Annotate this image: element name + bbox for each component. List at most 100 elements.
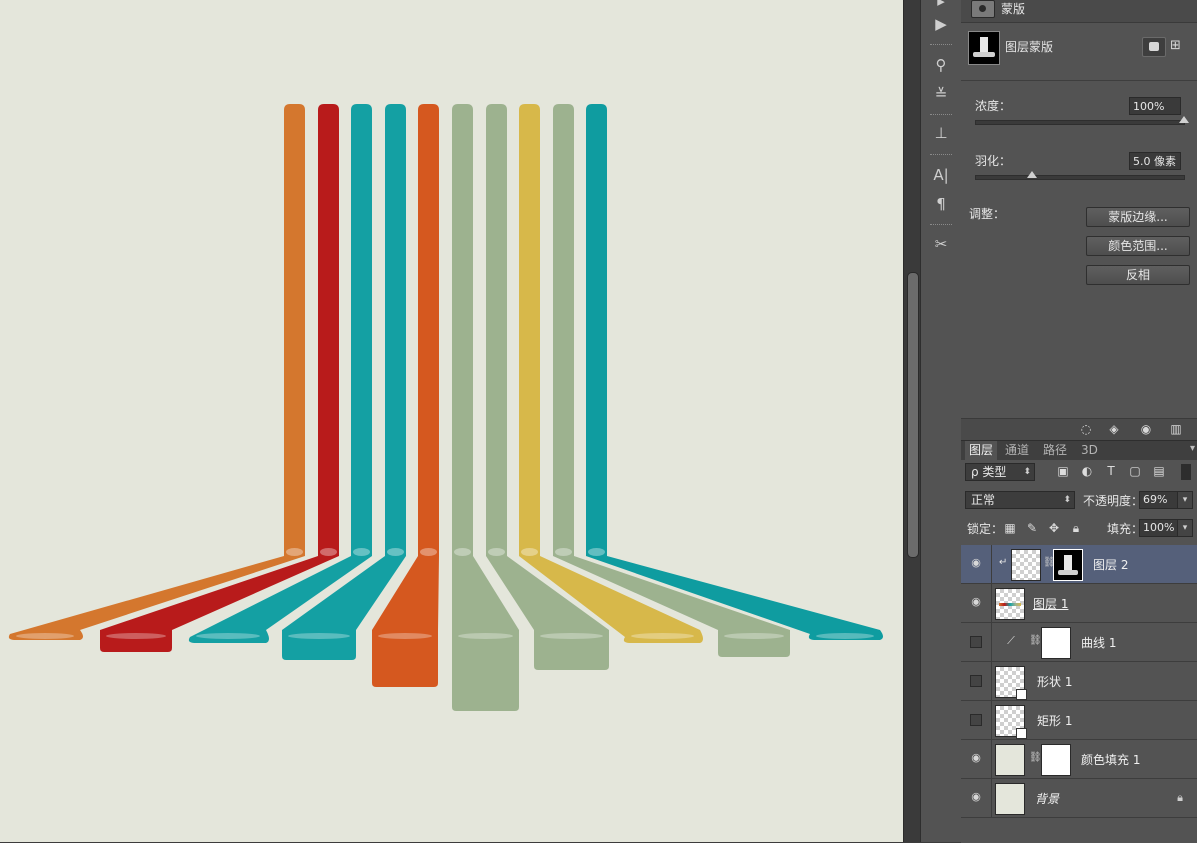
feather-label: 羽化： [975, 154, 1012, 168]
layer-visibility-toggle[interactable]: ◉ [961, 584, 992, 622]
hidden-box [970, 675, 982, 687]
layers-panel: 图层 通道 路径 3D ▾ ρ 类型 ⬍ ▣ ◐ T ▢ ▤ 正常 ⬍ 不透明度： … [961, 440, 1197, 843]
density-value-field[interactable]: 100% [1129, 97, 1181, 115]
filter-pixel-icon[interactable]: ▣ [1055, 464, 1071, 480]
clone-source-icon[interactable]: ⊥ [929, 122, 953, 144]
layer-name[interactable]: 形状 1 [1037, 673, 1072, 690]
opacity-dropdown[interactable]: ▾ [1177, 491, 1193, 509]
layer-mask-thumbnail[interactable] [1041, 627, 1071, 659]
feather-value-field[interactable]: 5.0 像素 [1129, 152, 1181, 170]
tab-channels[interactable]: 通道 [1001, 441, 1033, 460]
layer-thumbnail[interactable] [995, 705, 1027, 739]
brush-settings-icon[interactable]: ≚ [929, 83, 953, 105]
stripe-highlight [286, 548, 303, 556]
apply-mask-icon[interactable]: ◈ [1105, 422, 1123, 438]
filter-type-select[interactable]: ρ 类型 ⬍ [965, 463, 1035, 481]
filter-toggle[interactable] [1181, 464, 1191, 480]
color-range-button[interactable]: 颜色范围... [1086, 236, 1190, 256]
layer-visibility-toggle[interactable] [961, 701, 992, 739]
layer-row-layer2[interactable]: ◉ ↵ ⛓︎ 图层 2 [961, 545, 1197, 584]
link-icon[interactable]: ⛓︎ [1029, 635, 1042, 649]
layer-thumbnail[interactable] [995, 666, 1027, 700]
paragraph-icon[interactable]: ¶ [929, 193, 953, 215]
select-pixel-mask-button[interactable] [1142, 37, 1166, 57]
history-icon[interactable]: ▸ [929, 0, 953, 12]
panel-grip[interactable] [930, 44, 952, 48]
opacity-label: 不透明度： [1083, 494, 1144, 508]
stripe-highlight [555, 548, 572, 556]
panel-menu-icon[interactable]: ▾ [1190, 443, 1195, 454]
play-icon[interactable]: ▶ [929, 13, 953, 35]
stripe-highlight [320, 548, 337, 556]
layer-mask-thumbnail[interactable] [1053, 549, 1083, 581]
layer-row-shape1[interactable]: 形状 1 [961, 662, 1197, 701]
layer-visibility-toggle[interactable] [961, 662, 992, 700]
load-selection-icon[interactable]: ◌ [1077, 422, 1095, 438]
tab-layers[interactable]: 图层 [965, 441, 998, 460]
scrollbar-thumb[interactable] [907, 272, 919, 558]
panel-grip[interactable] [930, 154, 952, 158]
layer-row-background[interactable]: ◉ 背景 🔒︎ [961, 779, 1197, 818]
layer-name[interactable]: 背景 [1035, 790, 1059, 807]
tab-paths[interactable]: 路径 [1039, 441, 1071, 460]
layer-mask-thumbnail[interactable] [1041, 744, 1071, 776]
density-slider[interactable] [975, 116, 1189, 125]
filter-type-icon[interactable]: T [1103, 464, 1119, 480]
vertical-scrollbar[interactable] [903, 0, 921, 842]
document-canvas[interactable] [0, 0, 903, 842]
layer-visibility-toggle[interactable]: ◉ [961, 740, 992, 778]
panel-icon-strip: ▸ ▶ ⚲ ≚ ⊥ A| ¶ ✂ [920, 0, 962, 842]
layer-row-colorfill1[interactable]: ◉ ⛓︎ 颜色填充 1 [961, 740, 1197, 779]
layer-row-layer1[interactable]: ◉ 图层 1 [961, 584, 1197, 623]
lock-icon: 🔒︎ [1177, 791, 1183, 804]
layer-thumbnail[interactable] [995, 744, 1025, 776]
mask-edge-button[interactable]: 蒙版边缘... [1086, 207, 1190, 227]
feather-slider-knob[interactable] [1027, 171, 1038, 178]
layer-name[interactable]: 矩形 1 [1037, 712, 1072, 729]
stripe-foot-highlight [458, 633, 513, 639]
link-icon[interactable]: ⛓︎ [1029, 752, 1042, 766]
panel-grip[interactable] [930, 224, 952, 228]
brush-preset-icon[interactable]: ⚲ [929, 54, 953, 76]
add-vector-mask-icon[interactable]: ⊞ [1170, 38, 1186, 54]
fill-dropdown[interactable]: ▾ [1177, 519, 1193, 537]
density-slider-knob[interactable] [1179, 116, 1189, 123]
feather-slider[interactable] [975, 171, 1185, 180]
lock-transparent-icon[interactable]: ▦ [1003, 521, 1017, 535]
lock-row: 锁定： ▦ ✎ ✥ 🔒︎ 填充： 100% ▾ [961, 517, 1197, 539]
blend-mode-select[interactable]: 正常 ⬍ [965, 491, 1075, 509]
layer-name[interactable]: 颜色填充 1 [1081, 751, 1140, 768]
lock-all-icon[interactable]: 🔒︎ [1069, 521, 1083, 535]
link-icon[interactable]: ⛓︎ [1043, 557, 1056, 571]
layer-visibility-toggle[interactable] [961, 623, 992, 661]
layer-row-rectangle1[interactable]: 矩形 1 [961, 701, 1197, 740]
invert-button[interactable]: 反相 [1086, 265, 1190, 285]
layer-visibility-toggle[interactable]: ◉ [961, 779, 992, 817]
filter-smart-object-icon[interactable]: ▤ [1151, 464, 1167, 480]
panel-grip[interactable] [930, 114, 952, 118]
layer-name[interactable]: 图层 1 [1033, 595, 1068, 612]
layer-thumbnail[interactable] [995, 783, 1025, 815]
tool-presets-icon[interactable]: ✂ [929, 233, 953, 255]
filter-adjustment-icon[interactable]: ◐ [1079, 464, 1095, 480]
properties-footer: ◌ ◈ ◉ ▥ [961, 418, 1197, 441]
blend-mode-value: 正常 [971, 493, 996, 507]
layer-visibility-toggle[interactable]: ◉ [961, 545, 992, 583]
layer-row-curves1[interactable]: ⟋ ⛓︎ 曲线 1 [961, 623, 1197, 662]
stripe-foot-highlight [288, 633, 350, 639]
stripe-foot-highlight [16, 633, 74, 639]
lock-image-icon[interactable]: ✎ [1025, 521, 1039, 535]
layer-mask-row: 图层蒙版 ⊞ [961, 28, 1197, 68]
lock-position-icon[interactable]: ✥ [1047, 521, 1061, 535]
tab-3d[interactable]: 3D [1077, 441, 1102, 460]
layer-name[interactable]: 曲线 1 [1081, 634, 1116, 651]
toggle-mask-visibility-icon[interactable]: ◉ [1137, 422, 1155, 438]
delete-mask-icon[interactable]: ▥ [1167, 422, 1185, 438]
layer-mask-label: 图层蒙版 [1005, 40, 1054, 54]
layer-thumbnail[interactable] [1011, 549, 1041, 581]
layer-name[interactable]: 图层 2 [1093, 556, 1128, 573]
character-icon[interactable]: A| [929, 164, 953, 186]
filter-shape-icon[interactable]: ▢ [1127, 464, 1143, 480]
layer-thumbnail[interactable] [995, 588, 1025, 620]
stripe-1 [8, 104, 305, 640]
